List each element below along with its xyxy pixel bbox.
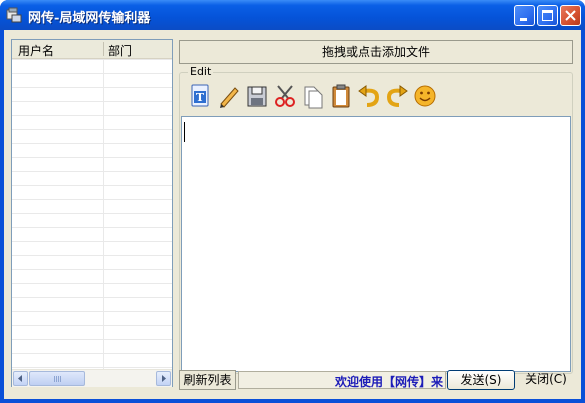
column-divider[interactable] <box>103 42 104 56</box>
copy-icon[interactable] <box>301 83 325 109</box>
client-area: 用户名 部门 拖拽或点击添加文件 Edit T 刷新列表 欢迎使用【网传】来 发… <box>4 30 581 399</box>
horizontal-scrollbar[interactable] <box>12 369 172 387</box>
edit-group-label: Edit <box>188 65 214 78</box>
column-header-department[interactable]: 部门 <box>108 42 132 59</box>
close-button[interactable]: 关闭(C) <box>519 370 573 390</box>
arrow-right-icon <box>162 375 166 382</box>
redo-icon[interactable] <box>385 83 409 109</box>
welcome-main: 欢迎使用【网传】 <box>334 375 431 389</box>
user-list-header: 用户名 部门 <box>12 40 172 59</box>
window-title: 网传-局域网传输利器 <box>28 11 151 26</box>
paste-icon[interactable] <box>329 83 353 109</box>
scroll-left-button[interactable] <box>13 371 28 386</box>
app-window: 网传-局域网传输利器 用户名 部门 拖拽或点击添加文件 Edit T 刷新列表 … <box>0 0 585 403</box>
add-file-button[interactable]: 拖拽或点击添加文件 <box>179 40 573 64</box>
maximize-icon <box>542 10 553 21</box>
send-button[interactable]: 发送(S) <box>447 370 515 390</box>
save-icon[interactable] <box>245 83 269 109</box>
close-icon <box>565 10 576 21</box>
user-list-rows[interactable] <box>12 59 172 369</box>
undo-icon[interactable] <box>357 83 381 109</box>
grip-icon <box>54 376 62 382</box>
cut-icon[interactable] <box>273 83 297 109</box>
text-caret <box>184 122 185 142</box>
refresh-list-button[interactable]: 刷新列表 <box>179 370 236 390</box>
title-bar[interactable]: 网传-局域网传输利器 <box>0 0 585 30</box>
text-format-icon[interactable]: T <box>188 83 212 109</box>
maximize-button[interactable] <box>537 5 558 26</box>
pencil-icon[interactable] <box>217 83 241 109</box>
scroll-right-button[interactable] <box>156 371 171 386</box>
column-gridline <box>103 59 104 369</box>
welcome-marquee: 欢迎使用【网传】来 <box>238 371 446 389</box>
svg-text:T: T <box>196 91 205 104</box>
arrow-left-icon <box>18 375 22 382</box>
welcome-cut: 来 <box>430 375 443 389</box>
close-window-button[interactable] <box>560 5 581 26</box>
bottom-bar: 刷新列表 欢迎使用【网传】来 发送(S) 关闭(C) <box>179 370 573 390</box>
minimize-button[interactable] <box>514 5 535 26</box>
column-header-username[interactable]: 用户名 <box>18 42 54 59</box>
message-editor[interactable] <box>181 116 571 372</box>
app-icon <box>6 7 22 23</box>
scrollbar-thumb[interactable] <box>29 371 85 386</box>
edit-group: Edit T <box>179 66 573 374</box>
emoticon-icon[interactable] <box>413 83 437 109</box>
minimize-icon <box>520 18 527 21</box>
welcome-text: 欢迎使用【网传】来 <box>334 373 443 389</box>
user-list[interactable]: 用户名 部门 <box>11 39 173 387</box>
